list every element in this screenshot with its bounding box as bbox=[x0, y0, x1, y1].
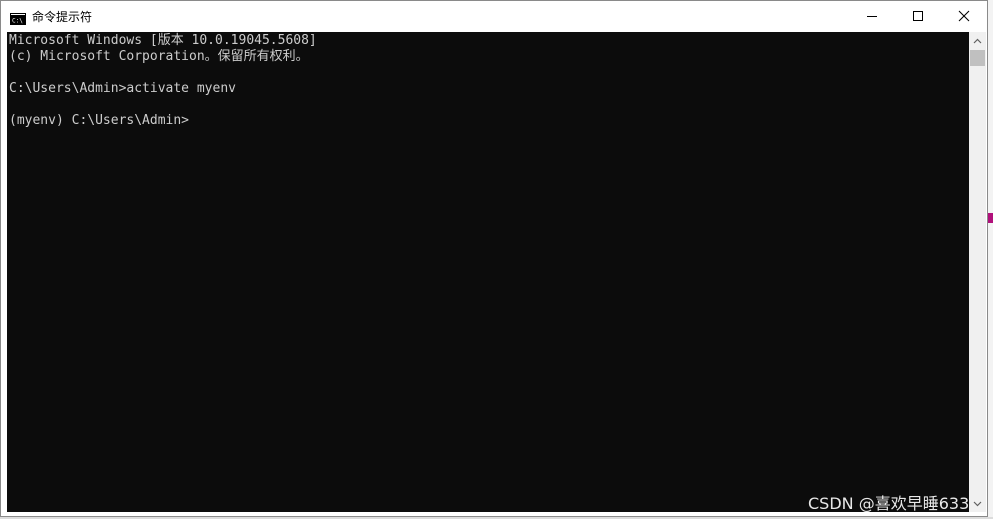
caption-buttons bbox=[849, 1, 987, 31]
cmd-app-icon[interactable]: C:\ bbox=[10, 10, 26, 25]
console-output-area[interactable]: Microsoft Windows [版本 10.0.19045.5608] (… bbox=[7, 32, 969, 512]
background-accent-mark bbox=[988, 213, 993, 223]
window-title: 命令提示符 bbox=[32, 9, 93, 24]
scroll-up-arrow-icon bbox=[973, 38, 982, 43]
minimize-icon bbox=[867, 16, 877, 17]
scroll-thumb[interactable] bbox=[970, 50, 985, 66]
console-line-4: C:\Users\Admin>activate myenv bbox=[9, 81, 236, 96]
csdn-watermark: CSDN @喜欢早睡633 bbox=[808, 494, 970, 513]
scroll-down-arrow-icon bbox=[973, 501, 982, 506]
console-line-2: (c) Microsoft Corporation。保留所有权利。 bbox=[9, 49, 309, 64]
console-prompt-line[interactable]: (myenv) C:\Users\Admin> bbox=[9, 113, 189, 129]
title-bar[interactable]: C:\ 命令提示符 bbox=[1, 1, 987, 31]
svg-text:C:\: C:\ bbox=[12, 18, 23, 25]
maximize-button[interactable] bbox=[895, 1, 941, 31]
cmd-window: C:\ 命令提示符 Microsoft Windows [版本 10.0.190… bbox=[0, 0, 988, 517]
console-line-1: Microsoft Windows [版本 10.0.19045.5608] bbox=[9, 33, 317, 48]
scroll-down-button[interactable] bbox=[969, 495, 986, 512]
maximize-icon bbox=[913, 11, 923, 21]
close-icon bbox=[958, 10, 970, 22]
minimize-button[interactable] bbox=[849, 1, 895, 31]
background-desktop-strip bbox=[988, 0, 993, 519]
scroll-up-button[interactable] bbox=[969, 32, 986, 49]
vertical-scrollbar[interactable] bbox=[969, 32, 986, 512]
close-button[interactable] bbox=[941, 1, 987, 31]
